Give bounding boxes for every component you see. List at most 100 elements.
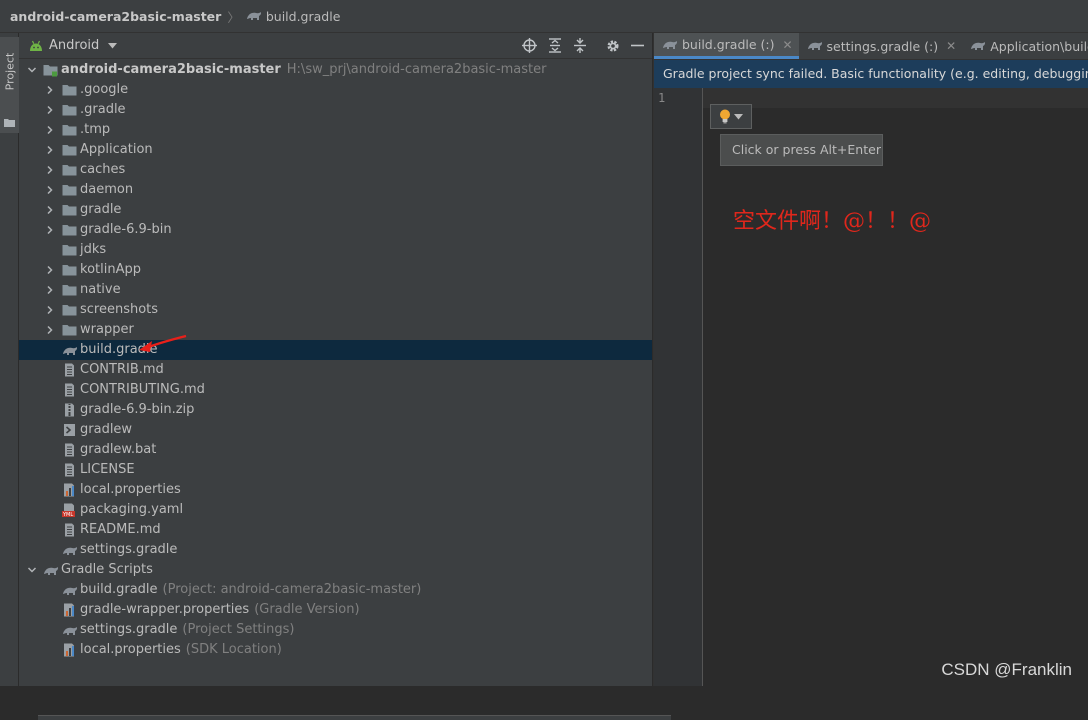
- chevron-right-icon[interactable]: [44, 180, 56, 200]
- gradle-icon: [971, 42, 986, 50]
- tree-file[interactable]: gradlew.bat: [19, 440, 652, 460]
- tree-folder[interactable]: gradle: [19, 200, 652, 220]
- tree-file[interactable]: YML packaging.yaml: [19, 500, 652, 520]
- chevron-right-icon[interactable]: [44, 160, 56, 180]
- yaml-file-icon: YML: [62, 503, 77, 518]
- text-file-icon: [62, 443, 77, 457]
- tree-item-label: settings.gradle: [80, 622, 178, 637]
- tree-root[interactable]: android-camera2basic-master H:\sw_prj\and…: [19, 60, 652, 80]
- folder-icon: [62, 223, 77, 237]
- tree-item-label: android-camera2basic-master: [61, 62, 281, 77]
- close-icon[interactable]: ✕: [946, 39, 956, 53]
- tree-folder[interactable]: caches: [19, 160, 652, 180]
- tool-window-strip: Project: [0, 33, 19, 686]
- tree-folder[interactable]: native: [19, 280, 652, 300]
- project-tree: android-camera2basic-master H:\sw_prj\and…: [19, 60, 652, 660]
- panel-bottom-border: [38, 715, 671, 720]
- line-number: 1: [658, 91, 666, 105]
- folder-icon: [62, 83, 77, 97]
- chevron-right-icon[interactable]: [44, 260, 56, 280]
- editor-tab[interactable]: Application\build.gra: [962, 33, 1088, 59]
- chevron-right-icon[interactable]: [44, 220, 56, 240]
- intention-bulb-button[interactable]: [710, 104, 752, 129]
- tree-folder[interactable]: .google: [19, 80, 652, 100]
- tree-folder[interactable]: kotlinApp: [19, 260, 652, 280]
- breadcrumb-separator: 〉: [227, 9, 240, 25]
- chevron-down-icon[interactable]: [26, 560, 38, 580]
- tree-file[interactable]: gradlew: [19, 420, 652, 440]
- tree-folder[interactable]: daemon: [19, 180, 652, 200]
- tree-file[interactable]: settings.gradle: [19, 540, 652, 560]
- gradle-icon: [663, 40, 677, 49]
- gradle-icon: [807, 42, 822, 50]
- tree-script[interactable]: local.properties (SDK Location): [19, 640, 652, 660]
- folder-icon: [62, 323, 77, 337]
- tree-item-label: packaging.yaml: [80, 502, 184, 517]
- module-folder-icon: [43, 63, 58, 77]
- locate-icon[interactable]: [521, 37, 538, 54]
- folder-icon: [62, 103, 77, 117]
- editor-tab[interactable]: settings.gradle (:) ✕: [799, 33, 963, 59]
- gradle-icon: [62, 623, 77, 637]
- collapse-all-icon[interactable]: [571, 37, 588, 54]
- editor-tab-label: settings.gradle (:): [826, 38, 939, 54]
- tree-item-label: .google: [80, 82, 129, 97]
- editor-tab[interactable]: build.gradle (:) ✕: [654, 33, 799, 59]
- tree-file[interactable]: build.gradle: [19, 340, 652, 360]
- chevron-right-icon[interactable]: [44, 100, 56, 120]
- tree-item-label: settings.gradle: [80, 542, 178, 557]
- tree-file[interactable]: CONTRIBUTING.md: [19, 380, 652, 400]
- properties-file-icon: [62, 643, 77, 657]
- expand-all-icon[interactable]: [546, 37, 563, 54]
- tree-folder[interactable]: jdks: [19, 240, 652, 260]
- folder-icon: [62, 283, 77, 297]
- folder-icon: [62, 243, 77, 257]
- editor-area: build.gradle (:) ✕ settings.gradle (:) ✕ App…: [653, 33, 1088, 686]
- tree-folder[interactable]: .tmp: [19, 120, 652, 140]
- tree-script[interactable]: build.gradle (Project: android-camera2bas…: [19, 580, 652, 600]
- navigation-bar: android-camera2basic-master 〉 build.grad…: [0, 0, 1088, 33]
- view-selector[interactable]: Android: [29, 38, 118, 53]
- tree-file[interactable]: gradle-6.9-bin.zip: [19, 400, 652, 420]
- markdown-file-icon: [62, 523, 77, 537]
- chevron-right-icon[interactable]: [44, 120, 56, 140]
- properties-file-icon: [62, 483, 77, 497]
- tree-script[interactable]: gradle-wrapper.properties (Gradle Version…: [19, 600, 652, 620]
- svg-text:YML: YML: [62, 512, 73, 517]
- tree-folder[interactable]: screenshots: [19, 300, 652, 320]
- tree-file[interactable]: LICENSE: [19, 460, 652, 480]
- chevron-right-icon[interactable]: [44, 320, 56, 340]
- tree-item-label: native: [80, 282, 121, 297]
- tree-item-hint: (Project: android-camera2basic-master): [162, 582, 422, 597]
- close-icon[interactable]: ✕: [782, 38, 792, 52]
- chevron-right-icon[interactable]: [44, 200, 56, 220]
- chevron-right-icon[interactable]: [44, 280, 56, 300]
- tree-folder[interactable]: Application: [19, 140, 652, 160]
- tree-folder[interactable]: gradle-6.9-bin: [19, 220, 652, 240]
- chevron-right-icon[interactable]: [44, 300, 56, 320]
- tree-file[interactable]: CONTRIB.md: [19, 360, 652, 380]
- properties-file-icon: [62, 603, 77, 617]
- breadcrumb-file[interactable]: build.gradle: [266, 9, 341, 24]
- editor-tabs: build.gradle (:) ✕ settings.gradle (:) ✕ App…: [654, 33, 1088, 60]
- project-tool-tab[interactable]: Project: [0, 37, 19, 133]
- gear-icon[interactable]: [604, 37, 621, 54]
- tree-item-label: Application: [80, 142, 153, 157]
- tree-gradle-scripts[interactable]: Gradle Scripts: [19, 560, 652, 580]
- chevron-right-icon[interactable]: [44, 140, 56, 160]
- tree-folder[interactable]: wrapper: [19, 320, 652, 340]
- chevron-down-icon[interactable]: [26, 60, 38, 80]
- tree-item-label: gradle-wrapper.properties: [80, 602, 250, 617]
- tree-item-hint: (Project Settings): [182, 622, 295, 637]
- minimize-icon[interactable]: [629, 37, 646, 54]
- tree-file[interactable]: README.md: [19, 520, 652, 540]
- chevron-right-icon[interactable]: [44, 80, 56, 100]
- tree-item-label: build.gradle: [80, 342, 158, 357]
- tree-folder[interactable]: .gradle: [19, 100, 652, 120]
- breadcrumb-project[interactable]: android-camera2basic-master: [10, 9, 221, 24]
- tree-item-label: local.properties: [80, 482, 181, 497]
- tree-file[interactable]: local.properties: [19, 480, 652, 500]
- caret-line[interactable]: [703, 88, 1088, 108]
- tree-script[interactable]: settings.gradle (Project Settings): [19, 620, 652, 640]
- gradle-icon: [62, 583, 77, 597]
